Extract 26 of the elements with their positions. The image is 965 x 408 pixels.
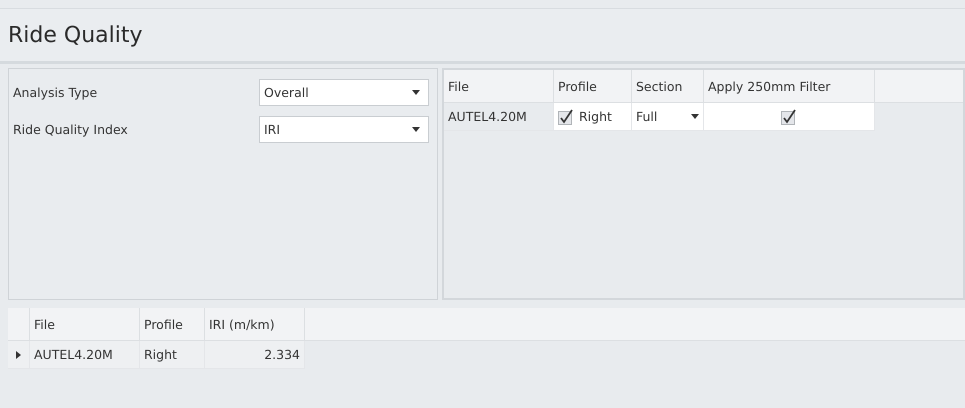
page-title: Ride Quality <box>8 22 143 48</box>
dropdown[interactable]: IRI <box>259 116 429 143</box>
caret-icon <box>412 90 420 95</box>
column-header[interactable]: Section <box>632 70 704 103</box>
column-header[interactable]: Apply 250mm Filter <box>704 70 875 103</box>
setting-label: Ride Quality Index <box>13 122 128 137</box>
caret-icon <box>412 127 420 132</box>
column-header[interactable]: File <box>30 308 140 341</box>
caret-icon <box>691 114 699 119</box>
checkbox[interactable] <box>781 108 797 124</box>
row-indicator-icon <box>16 350 21 358</box>
column-header[interactable]: IRI (m/km) <box>205 308 305 341</box>
row-header[interactable] <box>8 341 30 369</box>
column-header[interactable]: Profile <box>554 70 632 103</box>
dropdown[interactable]: Overall <box>259 79 429 106</box>
table-cell: Right <box>140 341 205 369</box>
profile-text: Right <box>579 109 612 124</box>
section-text: Full <box>636 109 658 124</box>
table-cell[interactable]: Full <box>632 103 704 131</box>
checkbox[interactable] <box>558 108 574 124</box>
table-cell: AUTEL4.20M <box>444 103 554 131</box>
column-header[interactable]: File <box>444 70 554 103</box>
column-header[interactable]: Profile <box>140 308 205 341</box>
table-cell: 2.334 <box>205 341 305 369</box>
setting-label: Analysis Type <box>13 85 98 100</box>
table-cell: AUTEL4.20M <box>30 341 140 369</box>
